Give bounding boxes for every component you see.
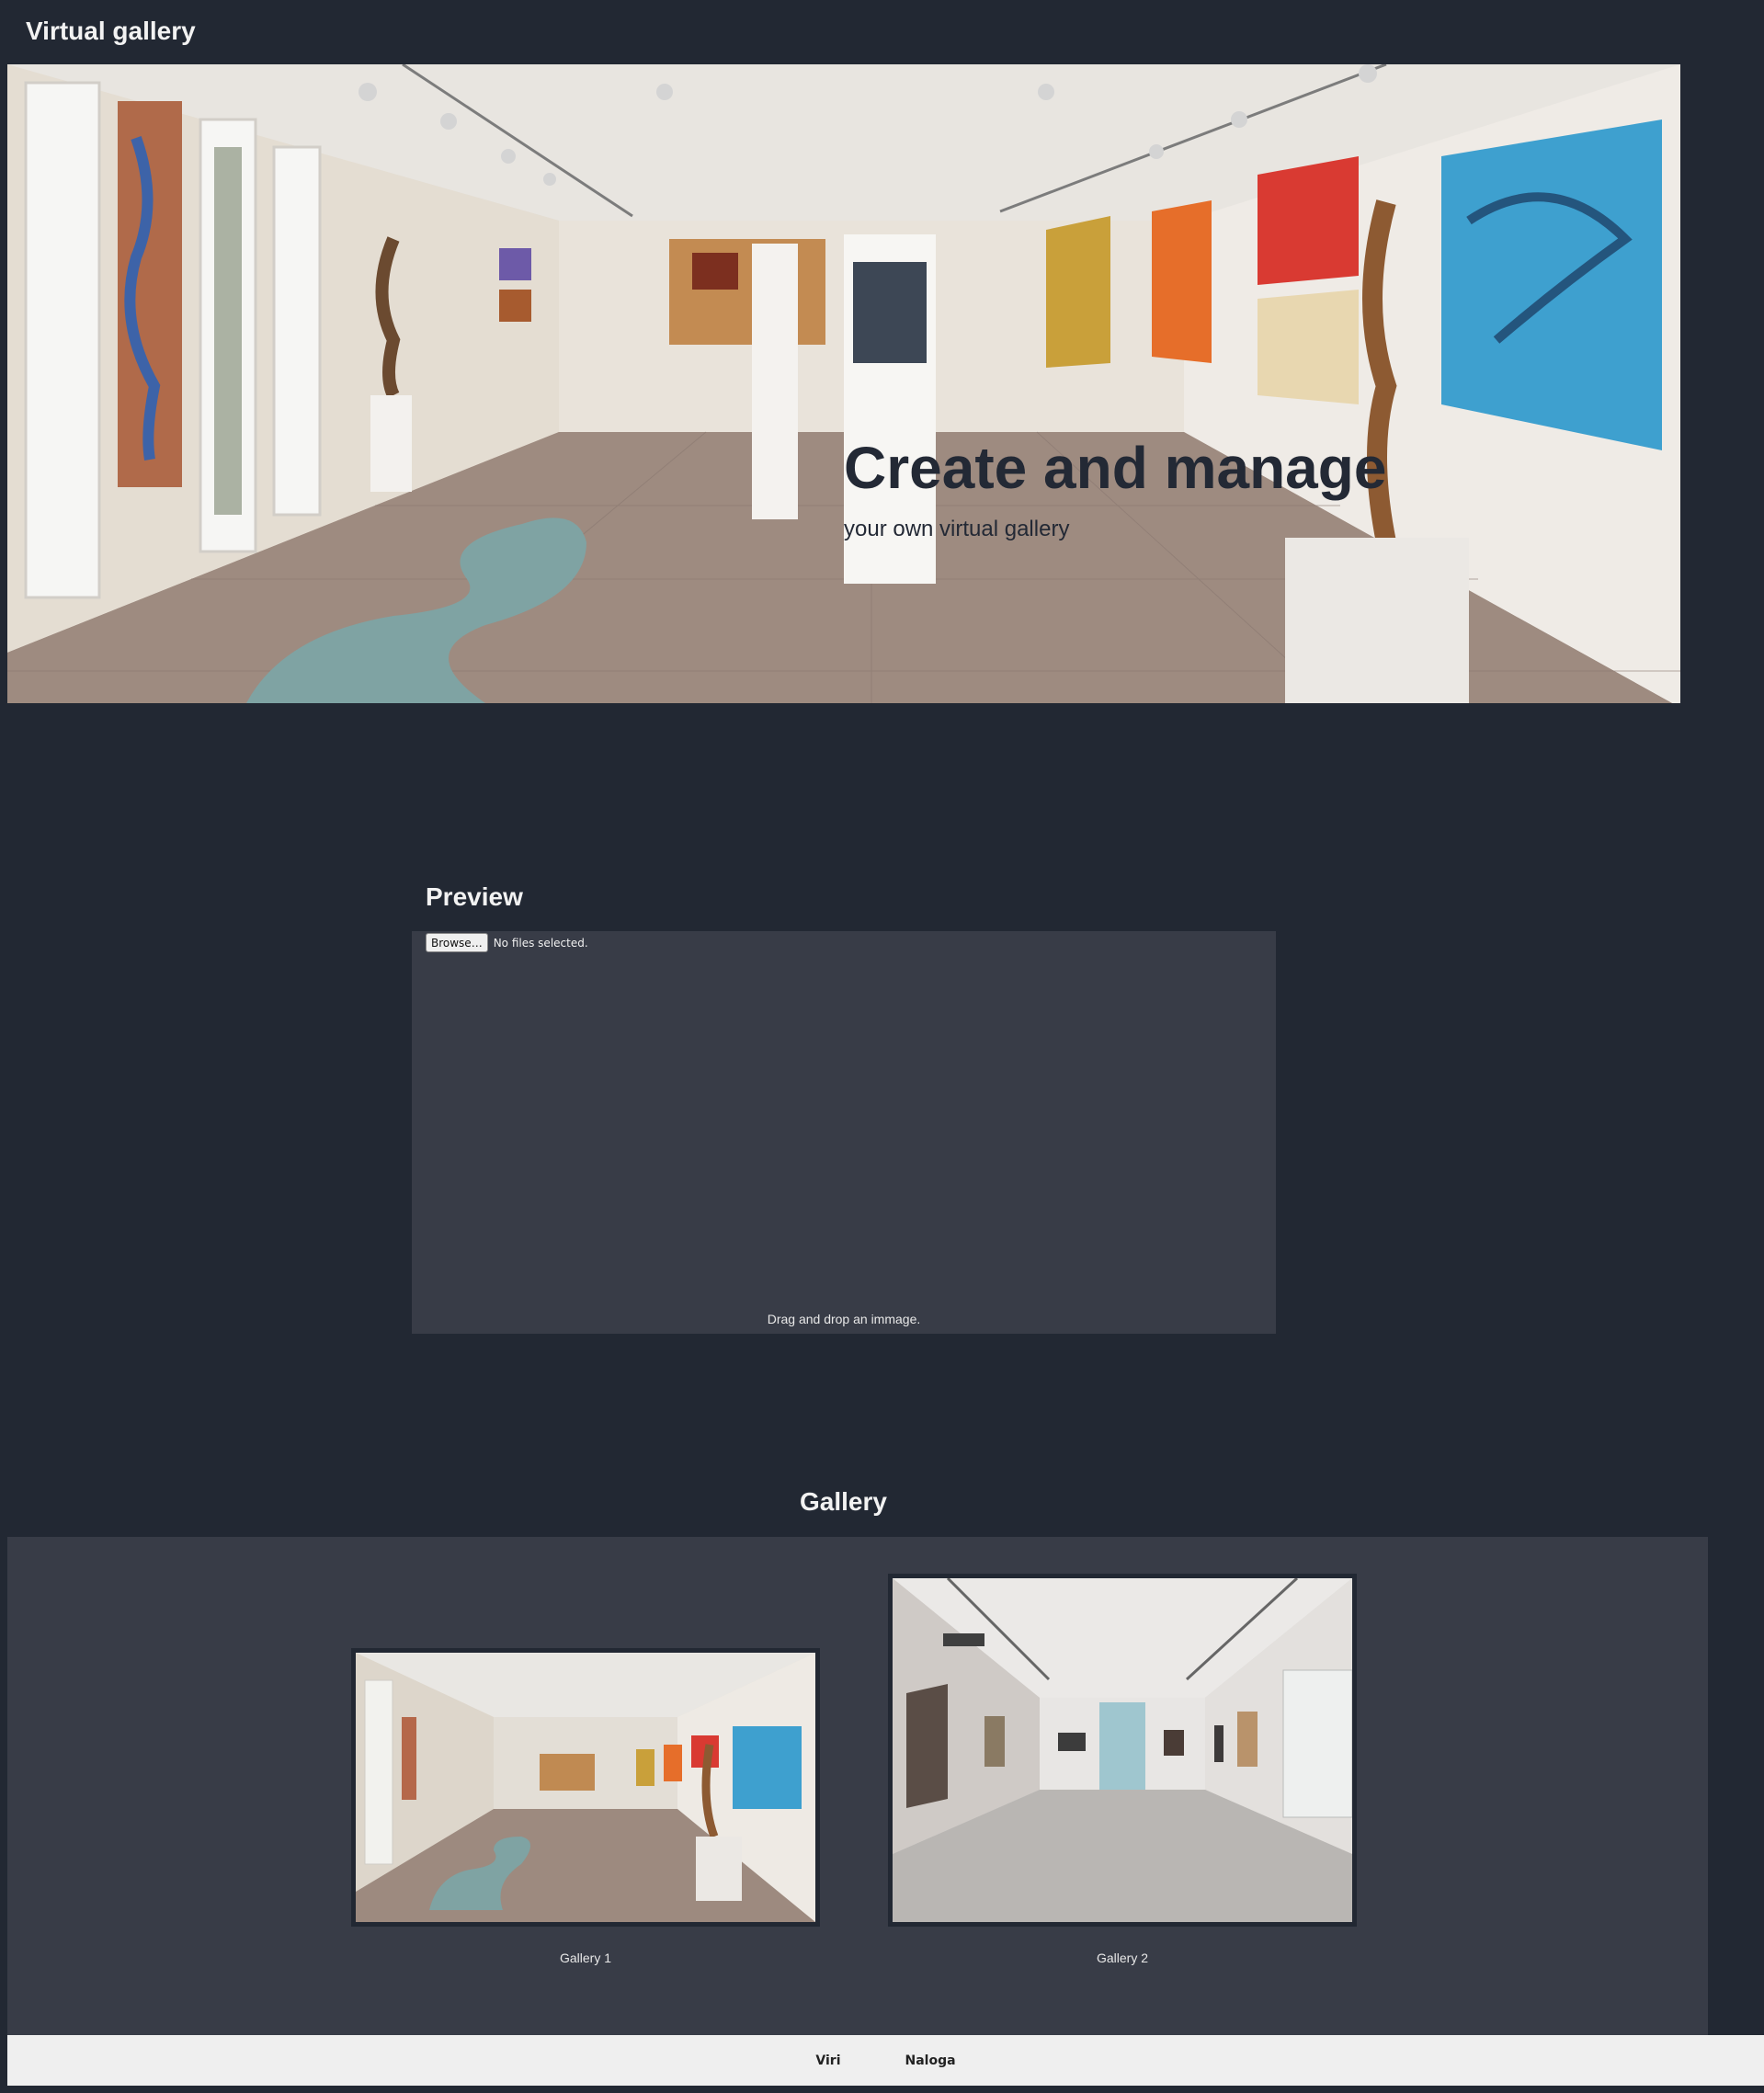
drop-hint: Drag and drop an immage. [767, 1312, 921, 1326]
gallery-thumbnail[interactable] [888, 1574, 1357, 1927]
footer-link-naloga[interactable]: Naloga [905, 2053, 956, 2068]
site-title: Virtual gallery [26, 17, 196, 45]
hero-gallery-image [7, 64, 1680, 703]
gallery-panel: Gallery 1 Gallery 2 [7, 1537, 1708, 2038]
footer: Viri Naloga [7, 2035, 1764, 2086]
file-input[interactable]: Browse… No files selected. [426, 933, 588, 952]
browse-button[interactable]: Browse… [426, 933, 488, 952]
gallery-1-image [356, 1653, 815, 1922]
gallery-card-1[interactable]: Gallery 1 [351, 1648, 820, 1965]
hero-banner: Create and manage your own virtual galle… [7, 64, 1680, 703]
gallery-card-2[interactable]: Gallery 2 [888, 1574, 1357, 1965]
image-dropzone[interactable]: Browse… No files selected. Drag and drop… [412, 931, 1276, 1334]
gallery-thumbnail[interactable] [351, 1648, 820, 1927]
hero-title: Create and manage [844, 435, 1387, 501]
footer-link-viri[interactable]: Viri [815, 2053, 840, 2068]
gallery-card-label: Gallery 2 [1096, 1951, 1149, 1965]
gallery-2-image [893, 1578, 1352, 1922]
file-status: No files selected. [493, 936, 588, 950]
gallery-heading: Gallery [800, 1487, 887, 1516]
preview-heading: Preview [426, 882, 523, 911]
hero-subtitle: your own virtual gallery [844, 517, 1070, 541]
gallery-card-label: Gallery 1 [559, 1951, 612, 1965]
